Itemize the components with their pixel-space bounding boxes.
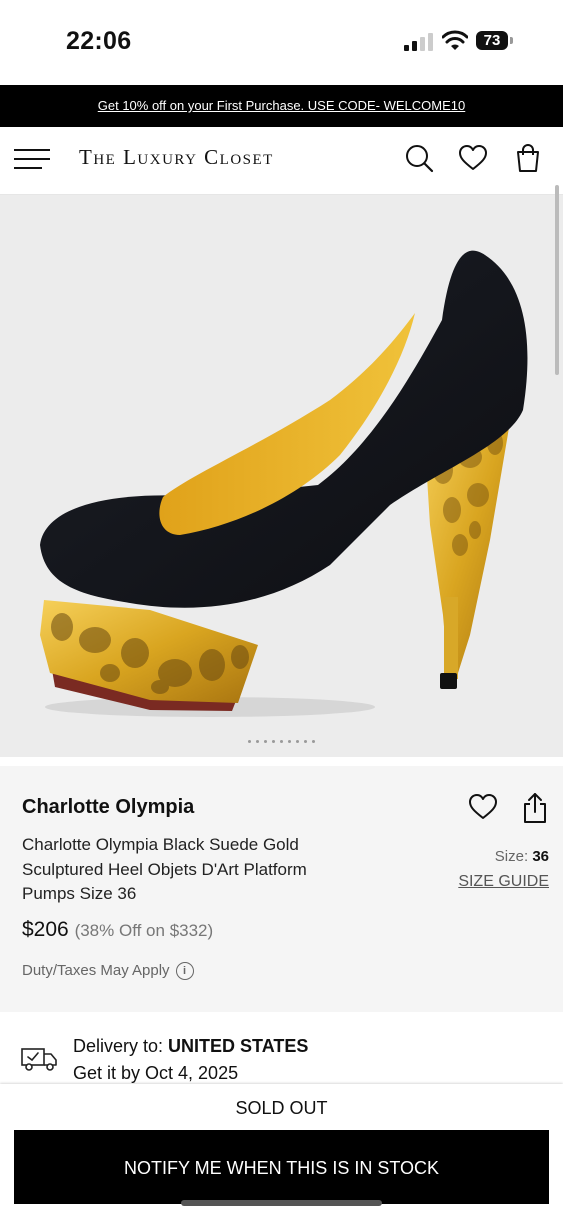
size-guide-link[interactable]: SIZE GUIDE [458,873,549,891]
wishlist-heart-icon[interactable] [458,143,488,173]
status-time: 22:06 [66,27,132,55]
site-logo[interactable]: The Luxury Closet [79,145,274,170]
product-title: Charlotte Olympia Black Suede Gold Sculp… [22,835,307,903]
signal-icon [404,33,434,51]
home-indicator[interactable] [181,1200,382,1206]
delivery-destination[interactable]: Delivery to: UNITED STATES [73,1036,308,1057]
info-icon[interactable]: i [175,962,194,981]
search-icon[interactable] [404,143,434,173]
sold-out-label: SOLD OUT [235,1098,328,1118]
delivery-label: Delivery to: [73,1036,169,1056]
product-image [40,250,528,717]
notify-me-button[interactable]: NOTIFY ME WHEN THIS IS IN STOCK [14,1130,549,1204]
product-brand[interactable]: Charlotte Olympia [22,796,194,819]
add-to-wishlist-heart-icon[interactable] [468,793,498,821]
wifi-icon [442,30,468,50]
discount-text: (38% Off on $332) [74,921,214,940]
gallery-pagination-dots[interactable] [0,730,563,748]
page-scrollbar[interactable] [555,185,559,375]
delivery-country[interactable]: UNITED STATES [168,1036,308,1056]
hamburger-menu-icon[interactable] [14,147,52,173]
product-image-gallery[interactable] [0,195,563,757]
status-bar: 22:06 73 [0,0,563,85]
promo-text[interactable]: Get 10% off on your First Purchase. USE … [98,98,466,113]
shopping-bag-icon[interactable] [513,143,543,173]
share-icon[interactable] [522,792,548,824]
size-value: 36 [532,848,549,865]
promo-banner[interactable]: Get 10% off on your First Purchase. USE … [0,85,563,127]
battery-level: 73 [476,31,508,50]
duty-notice: Duty/Taxes May Apply i [22,962,194,981]
delivery-eta: Get it by Oct 4, 2025 [73,1063,239,1083]
product-size: Size: 36 [495,848,549,865]
site-header: The Luxury Closet [0,127,563,195]
product-price-row: $206 (38% Off on $332) [22,918,213,942]
duty-text: Duty/Taxes May Apply [22,962,170,979]
product-price: $206 [22,918,69,941]
battery-icon: 73 [476,31,513,51]
delivery-truck-icon [21,1048,57,1071]
size-label: Size: [494,848,533,865]
